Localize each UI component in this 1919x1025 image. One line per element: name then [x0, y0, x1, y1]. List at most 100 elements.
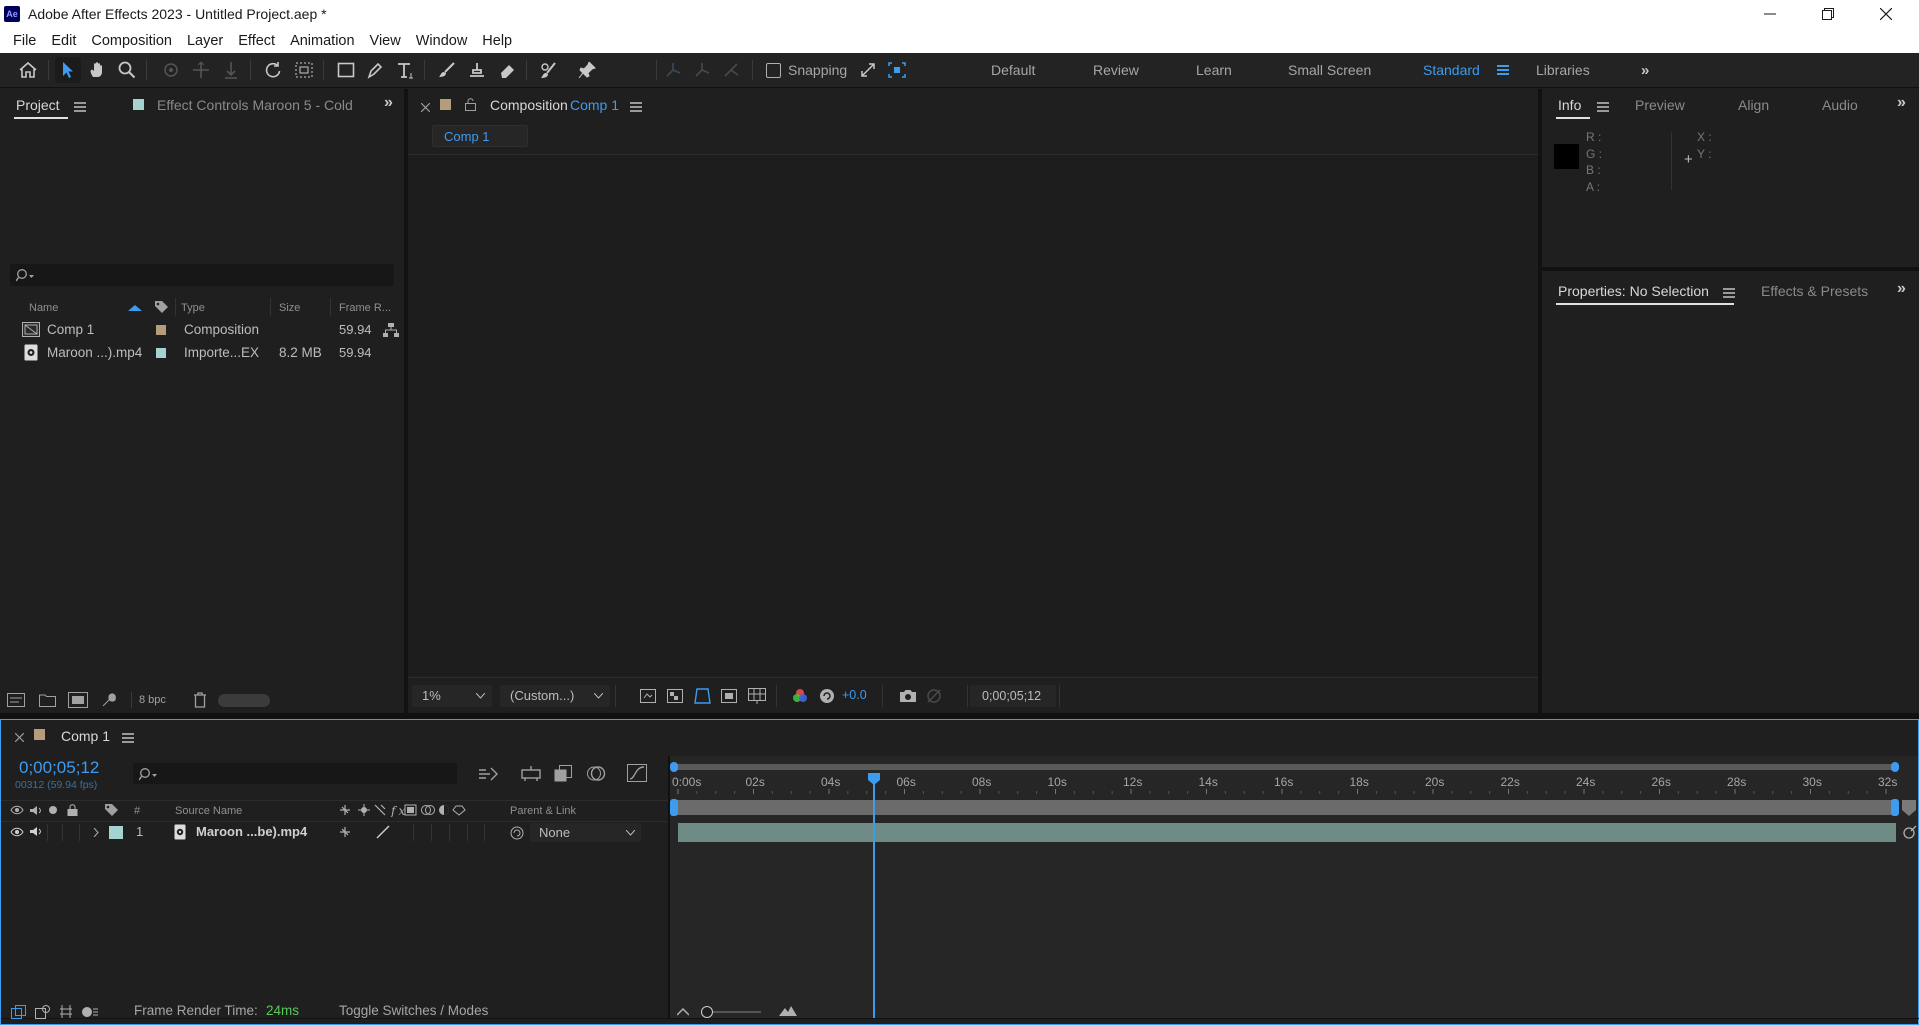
menu-window[interactable]: Window — [409, 33, 475, 49]
tab-project[interactable]: Project — [16, 97, 60, 113]
in-out-panes-icon[interactable] — [59, 1004, 73, 1019]
info-panel-menu-icon[interactable] — [1597, 102, 1609, 112]
column-name[interactable]: Name — [29, 302, 58, 314]
label-color-swatch[interactable] — [156, 325, 166, 335]
home-button[interactable] — [15, 57, 41, 83]
comp-breadcrumb[interactable]: Comp 1 — [432, 125, 528, 147]
workspace-menu-icon[interactable] — [1497, 65, 1509, 75]
current-time-field[interactable]: 0;00;05;12 — [970, 685, 1056, 707]
fast-previews-icon[interactable] — [640, 689, 656, 703]
zoom-tool[interactable] — [114, 57, 140, 83]
workspace-standard[interactable]: Standard — [1423, 62, 1480, 78]
view-axis-mode-button[interactable] — [718, 57, 744, 83]
layer-switch-cells[interactable] — [413, 824, 503, 841]
pan-camera-tool[interactable] — [188, 57, 214, 83]
pen-tool[interactable] — [362, 57, 388, 83]
properties-panel-menu-icon[interactable] — [1723, 288, 1735, 298]
tab-info[interactable]: Info — [1558, 97, 1581, 113]
eraser-tool[interactable] — [494, 57, 520, 83]
project-item-comp[interactable]: Comp 1 Composition 59.94 — [0, 319, 404, 341]
magnification-dropdown[interactable]: 1% — [412, 685, 492, 707]
tab-preview[interactable]: Preview — [1635, 97, 1685, 113]
thumbnail-slider[interactable] — [218, 694, 270, 707]
project-search-input[interactable] — [10, 264, 394, 286]
anchor-point-tool[interactable] — [291, 57, 317, 83]
label-tag-icon[interactable] — [154, 300, 169, 315]
close-tab-icon[interactable] — [421, 103, 430, 112]
motion-blur-icon[interactable] — [586, 765, 606, 782]
menu-file[interactable]: File — [6, 33, 43, 49]
tab-effect-controls[interactable]: Effect Controls Maroon 5 - Cold — [157, 97, 353, 113]
menu-layer[interactable]: Layer — [180, 33, 230, 49]
camera-snapshot-icon[interactable] — [899, 689, 917, 703]
restore-button[interactable] — [1799, 0, 1857, 28]
render-time-pane-icon[interactable] — [81, 1005, 99, 1019]
lock-open-icon[interactable] — [465, 98, 476, 111]
clone-stamp-tool[interactable] — [464, 57, 490, 83]
rectangle-tool[interactable] — [333, 57, 359, 83]
timeline-panel-menu-icon[interactable] — [122, 733, 134, 743]
close-window-button[interactable] — [1857, 0, 1915, 28]
layer-pick-whip-icon[interactable] — [1902, 824, 1918, 840]
bit-depth-button[interactable]: 8 bpc — [139, 694, 166, 706]
tab-audio[interactable]: Audio — [1822, 97, 1858, 113]
menu-composition[interactable]: Composition — [84, 33, 179, 49]
new-composition-icon[interactable] — [68, 692, 88, 708]
menu-edit[interactable]: Edit — [44, 33, 83, 49]
selection-tool[interactable] — [55, 57, 81, 83]
quality-switch-icon[interactable] — [376, 825, 390, 839]
graph-editor-icon[interactable] — [627, 764, 647, 782]
solo-toggle[interactable] — [47, 824, 63, 841]
region-of-interest-icon[interactable] — [721, 689, 737, 703]
workspace-small-screen[interactable]: Small Screen — [1288, 62, 1371, 78]
new-folder-icon[interactable] — [39, 693, 56, 707]
eye-icon[interactable] — [10, 827, 24, 837]
minimize-button[interactable] — [1741, 0, 1799, 28]
mask-visibility-icon[interactable] — [694, 688, 711, 704]
project-panel-menu-icon[interactable] — [74, 102, 86, 112]
panel-overflow-icon[interactable]: » — [1897, 280, 1906, 298]
expand-chevron-icon[interactable] — [93, 828, 99, 837]
reset-exposure-icon[interactable] — [819, 688, 835, 704]
hand-tool[interactable] — [84, 57, 110, 83]
column-source-name[interactable]: Source Name — [175, 805, 242, 817]
snap-options-button[interactable] — [855, 57, 881, 83]
workspace-overflow-icon[interactable]: » — [1641, 62, 1649, 79]
close-tab-icon[interactable] — [15, 733, 24, 742]
workspace-review[interactable]: Review — [1093, 62, 1139, 78]
speaker-icon[interactable] — [29, 826, 42, 837]
tab-properties[interactable]: Properties: No Selection — [1558, 283, 1709, 299]
pick-whip-icon[interactable] — [510, 826, 524, 840]
menu-view[interactable]: View — [363, 33, 408, 49]
work-area-start-handle[interactable] — [670, 762, 678, 772]
work-area-bar[interactable] — [674, 764, 1896, 770]
panel-overflow-icon[interactable]: » — [384, 94, 393, 112]
puppet-pin-tool[interactable] — [574, 57, 600, 83]
transparency-grid-icon[interactable] — [667, 689, 683, 703]
draft-3d-icon[interactable] — [520, 765, 542, 781]
column-parent-link[interactable]: Parent & Link — [510, 805, 576, 817]
time-graph-area[interactable]: 0:00s 02s 04s 06s 08s 10s 12s 14s 16s 18s 20s 22s 24… — [670, 756, 1918, 1018]
label-color-swatch[interactable] — [156, 348, 166, 358]
tab-composition-label[interactable]: Composition — [490, 97, 568, 113]
zoom-in-icon[interactable] — [779, 1005, 797, 1017]
layer-label-swatch[interactable] — [109, 826, 123, 839]
trash-icon[interactable] — [193, 692, 207, 708]
menu-help[interactable]: Help — [475, 33, 519, 49]
interpret-footage-icon[interactable] — [7, 693, 25, 707]
dolly-camera-tool[interactable] — [218, 57, 244, 83]
timeline-search-input[interactable] — [133, 763, 457, 784]
timeline-timecode[interactable]: 0;00;05;12 — [19, 758, 99, 778]
timeline-layer-row[interactable]: 1 Maroon ...be).mp4 None — [1, 822, 669, 843]
project-item-footage[interactable]: Maroon ...).mp4 Importe...EX 8.2 MB 59.9… — [0, 342, 404, 364]
transfer-controls-icon[interactable] — [35, 1005, 51, 1019]
tab-composition-name[interactable]: Comp 1 — [570, 97, 619, 113]
comp-marker-bin-icon[interactable] — [1902, 800, 1916, 816]
zoom-out-icon[interactable] — [677, 1008, 689, 1016]
snap-target-button[interactable] — [884, 57, 910, 83]
panel-overflow-icon[interactable]: » — [1897, 94, 1906, 112]
workspace-default[interactable]: Default — [991, 62, 1035, 78]
sort-ascending-icon[interactable] — [128, 304, 142, 312]
channels-icon[interactable] — [792, 688, 808, 704]
column-size[interactable]: Size — [279, 302, 300, 314]
